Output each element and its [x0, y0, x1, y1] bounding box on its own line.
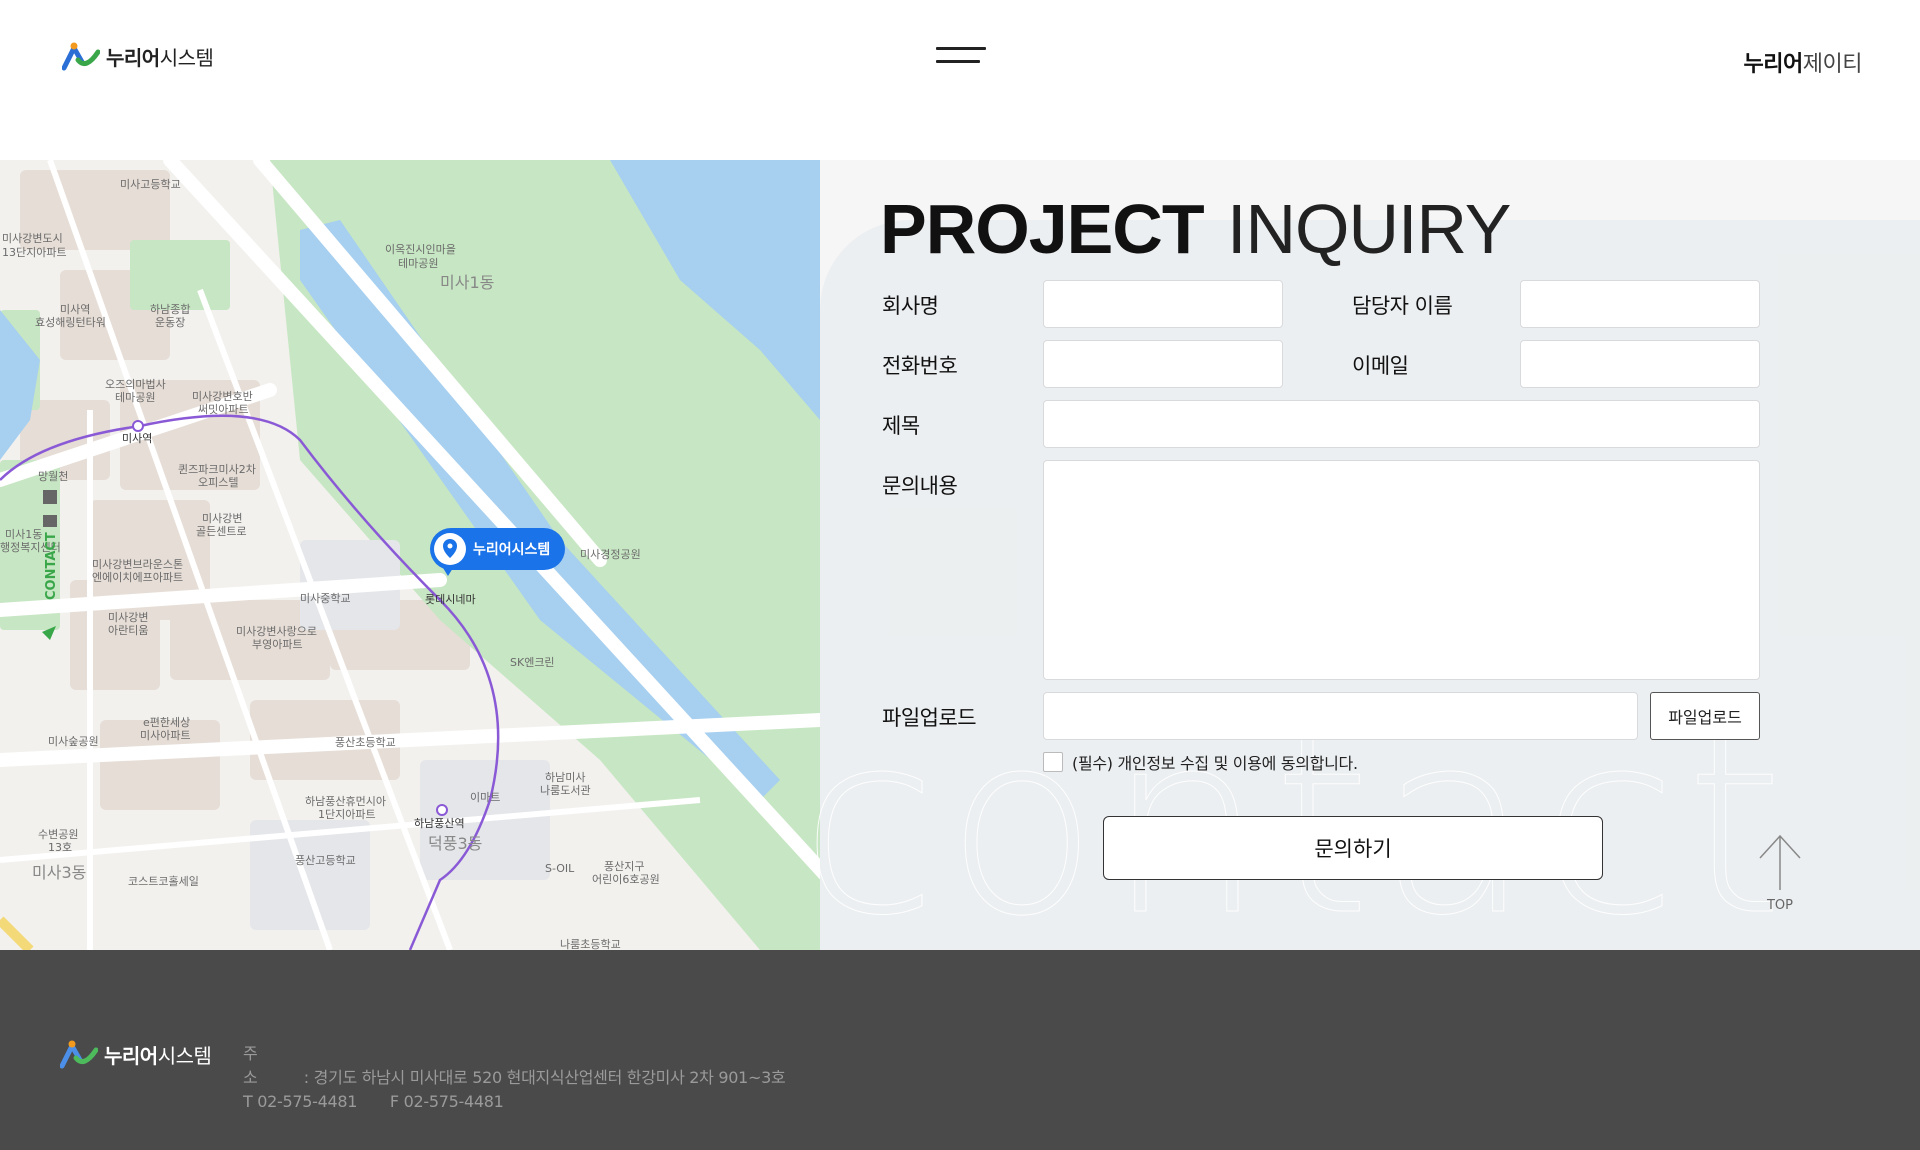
svg-text:미사아파트: 미사아파트	[140, 729, 191, 742]
contact-section: 미사고등학교 미사강변도시 13단지아파트 미사역 효성해링턴타워 하남종합 운동장 …	[0, 160, 1920, 950]
hamburger-icon	[936, 47, 986, 50]
svg-text:나룸초등학교: 나룸초등학교	[560, 938, 621, 950]
svg-text:풍산지구: 풍산지구	[604, 860, 644, 873]
address-text: : 경기도 하남시 미사대로 520 현대지식산업센터 한강미사 2차 901~…	[303, 1068, 786, 1087]
svg-text:미사강변: 미사강변	[108, 611, 148, 624]
submit-inquiry-button[interactable]: 문의하기	[1103, 816, 1603, 880]
svg-text:오피스텔: 오피스텔	[198, 476, 238, 489]
svg-text:미사역: 미사역	[122, 432, 152, 445]
svg-text:코스트코홀세일: 코스트코홀세일	[128, 874, 199, 888]
svg-text:테마공원: 테마공원	[398, 257, 438, 270]
logo-mark-icon	[62, 42, 100, 71]
svg-text:망월천: 망월천	[38, 469, 68, 483]
footer-logo-text: 누리어시스템	[104, 1043, 212, 1068]
svg-text:하남미사: 하남미사	[545, 770, 585, 784]
svg-text:운동장: 운동장	[155, 316, 185, 329]
svg-text:13호: 13호	[48, 841, 72, 854]
svg-text:SK엔크린: SK엔크린	[510, 656, 555, 669]
site-footer: 누리어시스템 주 소 : 경기도 하남시 미사대로 520 현대지식산업센터 한…	[0, 950, 1920, 1150]
menu-toggle-button[interactable]	[936, 44, 986, 68]
company-info: 주 소 : 경기도 하남시 미사대로 520 현대지식산업센터 한강미사 2차 …	[243, 1042, 786, 1114]
svg-text:효성해링턴타워: 효성해링턴타워	[35, 315, 106, 329]
svg-text:미사강변: 미사강변	[202, 512, 242, 525]
svg-text:미사경정공원: 미사경정공원	[580, 548, 641, 561]
contact-name-input[interactable]	[1520, 280, 1760, 328]
site-header: 누리어시스템 누리어제이티	[0, 0, 1920, 160]
svg-text:S-OIL: S-OIL	[545, 862, 575, 875]
svg-text:어린이6호공원: 어린이6호공원	[592, 873, 660, 886]
svg-text:미사역: 미사역	[60, 303, 90, 316]
svg-text:미사1동: 미사1동	[5, 528, 42, 541]
svg-text:미사강변사랑으로: 미사강변사랑으로	[236, 625, 317, 638]
svg-text:미사중학교: 미사중학교	[300, 592, 351, 605]
contact-name-label: 담당자 이름	[1352, 294, 1453, 318]
message-label: 문의내용	[882, 474, 958, 498]
email-input[interactable]	[1520, 340, 1760, 388]
svg-text:나룸도서관: 나룸도서관	[540, 784, 591, 797]
svg-text:미사강변브라운스톤: 미사강변브라운스톤	[92, 558, 183, 571]
svg-text:엔에이치에프아파트: 엔에이치에프아파트	[92, 571, 183, 584]
svg-text:CONTACT: CONTACT	[44, 532, 59, 600]
message-textarea[interactable]	[1043, 460, 1760, 680]
svg-text:롯데시네마: 롯데시네마	[425, 593, 476, 606]
svg-text:1단지아파트: 1단지아파트	[318, 808, 376, 821]
arrow-up-icon	[1759, 834, 1801, 890]
privacy-consent-checkbox[interactable]	[1043, 752, 1063, 772]
pin-label: 누리어시스템	[473, 541, 550, 558]
fax-text: F 02-575-4481	[389, 1092, 504, 1111]
svg-text:미사1동: 미사1동	[440, 273, 494, 292]
file-path-input[interactable]	[1043, 692, 1638, 740]
phone-label: 전화번호	[882, 354, 958, 378]
svg-text:테마공원: 테마공원	[115, 391, 155, 404]
logo[interactable]: 누리어시스템	[62, 40, 214, 72]
subject-label: 제목	[882, 414, 920, 438]
svg-text:풍산초등학교: 풍산초등학교	[335, 736, 396, 749]
svg-text:미사숲공원: 미사숲공원	[48, 735, 99, 748]
svg-text:미사강변호반: 미사강변호반	[192, 390, 253, 403]
tel-text: T 02-575-4481	[243, 1092, 358, 1111]
svg-text:e편한세상: e편한세상	[143, 716, 190, 729]
scroll-top-button[interactable]: TOP	[1756, 832, 1804, 913]
svg-text:써밋아파트: 써밋아파트	[198, 403, 249, 416]
privacy-consent[interactable]: (필수) 개인정보 수집 및 이용에 동의합니다.	[1043, 750, 1358, 774]
contact-numbers-row: T 02-575-4481 F 02-575-4481	[243, 1090, 785, 1114]
svg-text:13단지아파트: 13단지아파트	[2, 246, 67, 259]
svg-text:덕풍3동: 덕풍3동	[428, 834, 482, 853]
svg-text:퀸즈파크미사2차: 퀸즈파크미사2차	[178, 463, 256, 476]
sister-brand-link[interactable]: 누리어제이티	[1744, 46, 1863, 78]
logo-mark-icon	[60, 1040, 98, 1069]
email-label: 이메일	[1352, 354, 1409, 378]
svg-text:풍산고등학교: 풍산고등학교	[295, 854, 356, 867]
company-label: 회사명	[882, 294, 939, 318]
location-map[interactable]: 미사고등학교 미사강변도시13단지아파트 미사역효성해링턴타워 하남종합운동장 …	[0, 160, 820, 950]
svg-text:수변공원: 수변공원	[38, 828, 78, 841]
page-title: PROJECT INQUIRY	[880, 190, 1511, 268]
file-upload-label: 파일업로드	[882, 706, 977, 730]
privacy-consent-text: (필수) 개인정보 수집 및 이용에 동의합니다.	[1072, 754, 1358, 773]
scroll-top-label: TOP	[1766, 898, 1793, 913]
svg-text:이옥진시인마을: 이옥진시인마을	[385, 243, 456, 256]
svg-text:아란티움: 아란티움	[108, 624, 148, 637]
svg-text:하남풍산휴먼시아: 하남풍산휴먼시아	[305, 794, 386, 808]
svg-text:골든센트로: 골든센트로	[196, 525, 247, 538]
svg-text:미사3동: 미사3동	[32, 863, 86, 882]
phone-input[interactable]	[1043, 340, 1283, 388]
hamburger-icon-line	[936, 60, 980, 63]
logo-text: 누리어시스템	[106, 45, 214, 70]
svg-text:미사강변도시: 미사강변도시	[2, 232, 63, 245]
svg-text:오즈의마법사: 오즈의마법사	[105, 378, 166, 391]
subject-input[interactable]	[1043, 400, 1760, 448]
file-upload-button[interactable]: 파일업로드	[1650, 692, 1760, 740]
svg-text:이마트: 이마트	[470, 791, 500, 804]
address-row: 주 소 : 경기도 하남시 미사대로 520 현대지식산업센터 한강미사 2차 …	[243, 1044, 786, 1087]
svg-text:미사고등학교: 미사고등학교	[120, 178, 181, 191]
location-pin-marker: 누리어시스템	[430, 528, 565, 576]
footer-logo[interactable]: 누리어시스템	[60, 1038, 212, 1070]
svg-text:하남풍산역: 하남풍산역	[414, 816, 465, 830]
company-input[interactable]	[1043, 280, 1283, 328]
svg-text:하남종합: 하남종합	[150, 302, 190, 316]
svg-text:부영아파트: 부영아파트	[252, 638, 303, 651]
